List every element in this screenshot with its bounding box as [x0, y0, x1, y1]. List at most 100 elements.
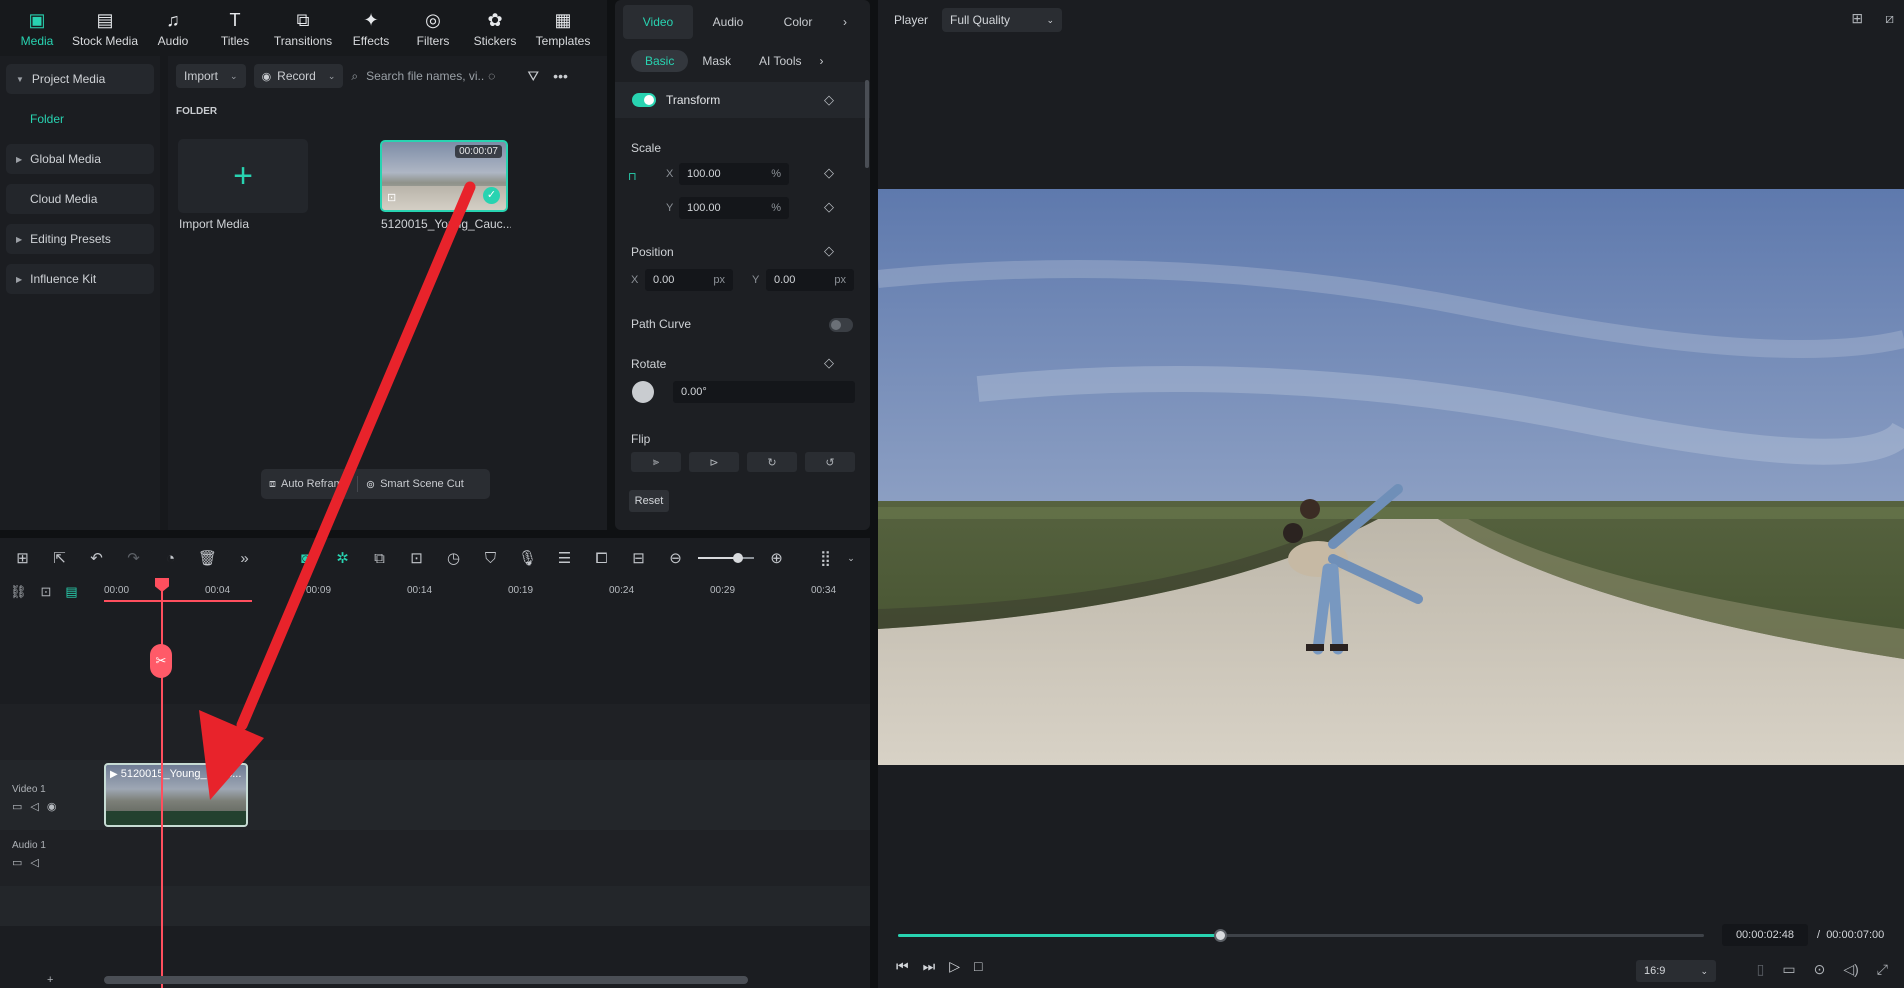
grid-view-icon[interactable]: ⣿	[807, 543, 844, 573]
position-y-field[interactable]: 0.00 px	[766, 269, 854, 291]
timeline-ruler[interactable]: 00:00 00:04 00:09 00:14 00:19 00:24 00:29 00:34	[104, 578, 870, 606]
quality-dropdown[interactable]: Full Quality ⌄	[942, 8, 1063, 32]
display-icon[interactable]: ▭	[1782, 961, 1795, 978]
sidebar-item-folder[interactable]: Folder	[6, 104, 154, 134]
sidebar-item-influence-kit[interactable]: ▶ Influence Kit	[6, 264, 154, 294]
flip-vertical-icon[interactable]: ⊳	[689, 452, 739, 472]
media-clip-thumbnail[interactable]: 00:00:07 ⊡ ✓	[380, 140, 508, 212]
timeline-scrollbar[interactable]	[104, 976, 748, 984]
chevron-right-icon[interactable]: ›	[833, 5, 857, 39]
folder-icon[interactable]: ▭	[12, 856, 22, 869]
auto-reframe-button[interactable]: ⧈ Auto Reframe	[261, 478, 357, 491]
tab-stock-media[interactable]: ▤ Stock Media	[68, 0, 142, 56]
path-curve-toggle[interactable]	[829, 318, 853, 332]
tab-titles[interactable]: T Titles	[204, 0, 266, 56]
tab-video[interactable]: Video	[623, 5, 693, 39]
keyframe-diamond-icon[interactable]: ◇	[824, 92, 834, 108]
sidebar-item-cloud-media[interactable]: Cloud Media	[6, 184, 154, 214]
tab-media[interactable]: ▣ Media	[6, 0, 68, 56]
play-icon[interactable]: ▷	[949, 958, 960, 975]
layout-icon[interactable]: ⊞	[4, 543, 41, 573]
current-time-field[interactable]: 00:00:02:48	[1722, 924, 1808, 946]
microphone-icon[interactable]: 🎙	[509, 543, 546, 573]
undo-icon[interactable]: ↶	[78, 543, 115, 573]
text-to-speech-icon[interactable]: ☰	[546, 543, 583, 573]
grid-icon[interactable]: ⊞	[1851, 10, 1863, 27]
tab-color[interactable]: Color	[763, 5, 833, 39]
subtab-basic[interactable]: Basic	[631, 50, 689, 72]
rotate-field[interactable]: 0.00°	[673, 381, 855, 403]
sidebar-item-global-media[interactable]: ▶ Global Media	[6, 144, 154, 174]
fit-icon[interactable]: ⊟	[620, 543, 657, 573]
sidebar-item-editing-presets[interactable]: ▶ Editing Presets	[6, 224, 154, 254]
more-icon[interactable]: •••	[553, 68, 568, 84]
import-media-tile[interactable]: +	[178, 139, 308, 213]
flip-horizontal-icon[interactable]: ⫸	[631, 452, 681, 472]
chevron-down-icon[interactable]: ⌄	[844, 543, 858, 573]
rotate-right-icon[interactable]: ↻	[747, 452, 797, 472]
shield-icon[interactable]: ⛉	[472, 543, 509, 573]
plus-icon[interactable]: +	[47, 974, 53, 986]
camera-icon[interactable]: ⊙	[1814, 961, 1826, 978]
progress-knob[interactable]	[1214, 929, 1228, 942]
zoom-slider[interactable]	[694, 543, 758, 573]
keyframe-panel-icon[interactable]: ⧉	[361, 543, 398, 573]
snapshot-icon[interactable]: ⊡	[398, 543, 435, 573]
scale-y-field[interactable]: 100.00%	[679, 197, 789, 219]
eye-icon[interactable]: ◉	[47, 800, 57, 813]
position-x-field[interactable]: 0.00 px	[645, 269, 733, 291]
smart-scene-cut-button[interactable]: ⊚ Smart Scene Cut	[358, 478, 472, 491]
track-manager-icon[interactable]: ▤	[65, 584, 77, 600]
delete-icon[interactable]: 🗑	[189, 543, 226, 573]
image-icon[interactable]: ⧄	[1885, 10, 1894, 27]
panel-scrollbar[interactable]	[865, 80, 869, 168]
keyframe-diamond-icon[interactable]: ◇	[824, 199, 834, 215]
speed-icon[interactable]: ◷	[435, 543, 472, 573]
playhead[interactable]	[161, 578, 163, 988]
sidebar-item-project-media[interactable]: ▼ Project Media	[6, 64, 154, 94]
fullscreen-icon[interactable]: ⤢	[1877, 961, 1888, 978]
aspect-ratio-dropdown[interactable]: 16:9 ⌄	[1636, 960, 1716, 982]
zoom-out-icon[interactable]: ⊖	[657, 543, 694, 573]
rotate-left-icon[interactable]: ↺	[805, 452, 855, 472]
tab-audio[interactable]: Audio	[693, 5, 763, 39]
record-button[interactable]: ◉ Record ⌄	[253, 64, 344, 88]
more-tools-icon[interactable]: »	[226, 543, 263, 573]
scissors-icon[interactable]: ✂	[150, 644, 172, 678]
import-button[interactable]: Import ⌄	[176, 64, 246, 88]
previous-frame-icon[interactable]: ⏮	[896, 958, 909, 975]
tab-audio[interactable]: ♫ Audio	[142, 0, 204, 56]
keyframe-diamond-icon[interactable]: ◇	[824, 243, 834, 259]
add-track-icon[interactable]: ⊡	[41, 584, 52, 600]
tab-filters[interactable]: ◎ Filters	[402, 0, 464, 56]
filter-sort-icon[interactable]: ⛛	[527, 68, 539, 85]
volume-icon[interactable]: ◁)	[1843, 961, 1858, 978]
select-tool-icon[interactable]: ⇱	[41, 543, 78, 573]
zoom-in-icon[interactable]: ⊕	[758, 543, 795, 573]
redo-icon[interactable]: ↷	[115, 543, 152, 573]
stop-icon[interactable]: □	[974, 958, 982, 975]
video-preview[interactable]	[878, 189, 1904, 765]
reset-button[interactable]: Reset	[629, 490, 669, 512]
speaker-icon[interactable]: ◁	[30, 800, 38, 813]
ai-copilot-icon[interactable]: ◙	[287, 543, 324, 573]
folder-icon[interactable]: ▭	[12, 800, 22, 813]
tab-transitions[interactable]: ⧉ Transitions	[266, 0, 340, 56]
rotate-dial[interactable]	[632, 381, 654, 403]
tab-templates[interactable]: ▦ Templates	[526, 0, 600, 56]
scale-x-field[interactable]: 100.00%	[679, 163, 789, 185]
beat-sync-icon[interactable]: ✲	[324, 543, 361, 573]
subtab-mask[interactable]: Mask	[688, 50, 745, 72]
ai-tool-icon[interactable]: ◔	[152, 543, 189, 573]
lock-icon[interactable]: ⊓	[628, 170, 637, 183]
tab-stickers[interactable]: ✿ Stickers	[464, 0, 526, 56]
transform-toggle[interactable]	[632, 93, 656, 107]
playback-progress-bar[interactable]	[898, 929, 1704, 942]
subtab-ai-tools[interactable]: AI Tools	[745, 50, 815, 72]
next-frame-icon[interactable]: ⏭	[923, 958, 936, 975]
mark-icon[interactable]: ▯	[1757, 961, 1765, 978]
unlink-icon[interactable]: ⛓	[10, 584, 27, 600]
timeline-video-clip[interactable]: ▶ 5120015_Young_Cauc...	[104, 763, 248, 827]
keyframe-diamond-icon[interactable]: ◇	[824, 165, 834, 181]
pip-icon[interactable]: ⧠	[583, 543, 620, 573]
